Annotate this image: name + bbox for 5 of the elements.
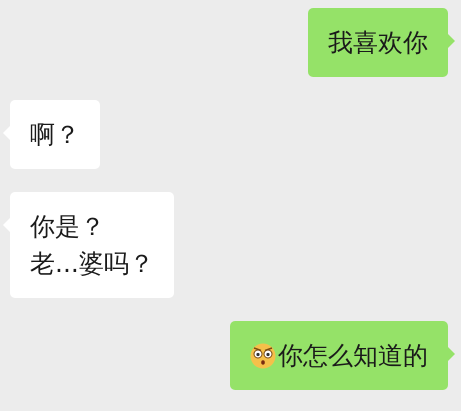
message-text: 老...婆吗？ (30, 248, 154, 280)
message-text: 我喜欢你 (328, 27, 428, 59)
message-text: 你怎么知道的 (278, 340, 428, 372)
message-text: 啊？ (30, 119, 80, 151)
message-text: 你是？ (30, 211, 105, 243)
